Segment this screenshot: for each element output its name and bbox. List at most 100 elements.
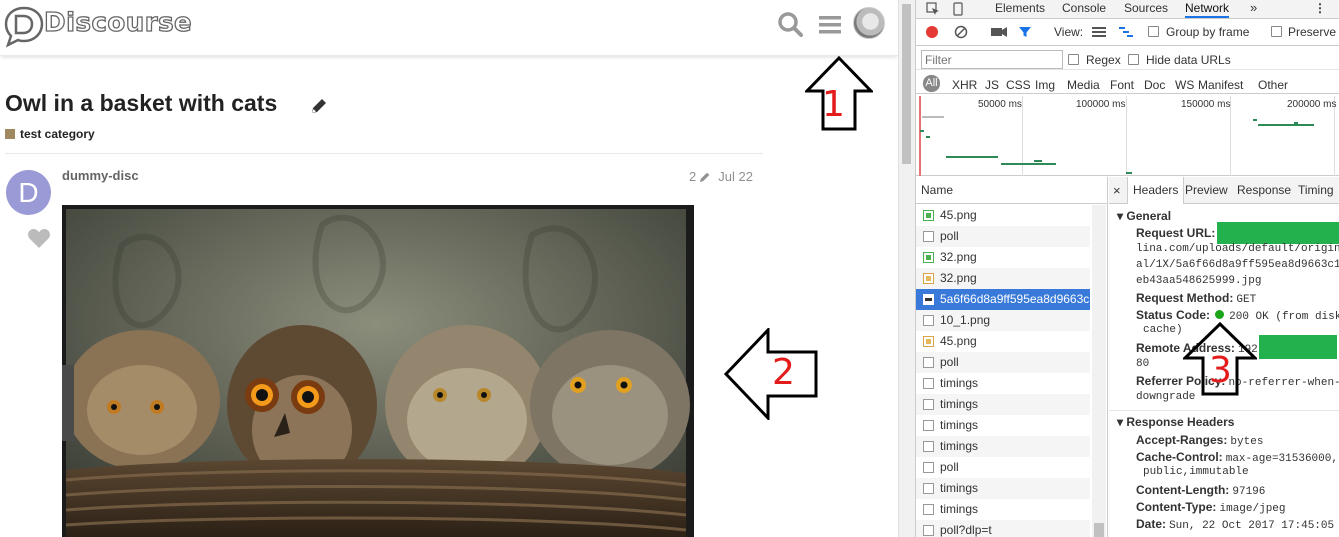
group-by-frame-label: Group by frame bbox=[1166, 25, 1250, 39]
request-row[interactable]: timings bbox=[916, 415, 1090, 436]
response-headers-toggle[interactable]: ▾ Response Headers bbox=[1117, 415, 1234, 429]
type-filter-xhr[interactable]: XHR bbox=[952, 78, 977, 92]
request-row[interactable]: 10_1.png bbox=[916, 310, 1090, 331]
request-name: poll bbox=[940, 229, 959, 243]
redacted-domain-block bbox=[1217, 222, 1339, 244]
page-scrollbar-thumb[interactable] bbox=[902, 4, 911, 164]
type-filter-css[interactable]: CSS bbox=[1006, 78, 1031, 92]
request-row[interactable]: poll bbox=[916, 226, 1090, 247]
like-heart-icon[interactable] bbox=[27, 227, 51, 249]
preserve-log-checkbox[interactable] bbox=[1271, 26, 1282, 37]
tab-elements[interactable]: Elements bbox=[995, 0, 1045, 18]
general-section-toggle[interactable]: ▾ General bbox=[1117, 209, 1171, 223]
type-filter-other[interactable]: Other bbox=[1258, 78, 1288, 92]
type-filter-ws[interactable]: WS bbox=[1175, 78, 1194, 92]
type-filter-all[interactable]: All bbox=[923, 75, 940, 92]
cache-control-value: max-age=31536000, bbox=[1225, 453, 1338, 465]
post-username[interactable]: dummy-disc bbox=[62, 168, 139, 183]
more-tabs-button[interactable]: » bbox=[1250, 0, 1257, 18]
request-method-label: Request Method: bbox=[1136, 291, 1234, 305]
type-filter-font[interactable]: Font bbox=[1110, 78, 1134, 92]
type-filter-doc[interactable]: Doc bbox=[1144, 78, 1165, 92]
request-row[interactable]: poll?dlp=t bbox=[916, 520, 1090, 537]
date-value: Sun, 22 Oct 2017 17:45:05 bbox=[1169, 520, 1335, 532]
detail-tab-preview[interactable]: Preview bbox=[1185, 183, 1228, 197]
request-row[interactable]: timings bbox=[916, 436, 1090, 457]
search-icon[interactable] bbox=[776, 10, 806, 40]
type-filter-img[interactable]: Img bbox=[1035, 78, 1055, 92]
tab-network[interactable]: Network bbox=[1185, 0, 1230, 18]
request-row[interactable]: timings bbox=[916, 478, 1090, 499]
clear-icon[interactable] bbox=[954, 25, 968, 39]
hide-data-urls-label: Hide data URLs bbox=[1146, 53, 1231, 67]
capture-screenshots-icon[interactable] bbox=[991, 26, 1007, 38]
lightbox-side-handle[interactable] bbox=[62, 365, 74, 441]
request-row[interactable]: 32.png bbox=[916, 268, 1090, 289]
regex-checkbox[interactable] bbox=[1068, 54, 1079, 65]
topic-category[interactable]: test category bbox=[5, 127, 95, 141]
tab-sources[interactable]: Sources bbox=[1124, 0, 1168, 18]
request-row[interactable]: poll bbox=[916, 352, 1090, 373]
request-name-column: Name 45.png poll 32.png 32.png 5a6f66d8a9ff5… bbox=[916, 177, 1108, 537]
date-label: Date: bbox=[1136, 517, 1167, 531]
name-column-header[interactable]: Name bbox=[916, 177, 1107, 204]
post-author-avatar[interactable]: D bbox=[6, 170, 51, 215]
request-list: 45.png poll 32.png 32.png 5a6f66d8a9ff595ea8… bbox=[916, 205, 1092, 537]
hide-data-urls-checkbox[interactable] bbox=[1128, 54, 1139, 65]
inspect-element-icon[interactable] bbox=[926, 2, 940, 16]
tab-console[interactable]: Console bbox=[1062, 0, 1106, 18]
request-list-scrollbar-thumb[interactable] bbox=[1094, 523, 1104, 537]
filter-funnel-icon[interactable] bbox=[1018, 25, 1032, 39]
request-name: timings bbox=[940, 439, 979, 453]
request-row[interactable]: 45.png bbox=[916, 205, 1090, 226]
waterfall-overview-icon[interactable] bbox=[1119, 26, 1133, 38]
edit-title-pencil-icon[interactable] bbox=[309, 96, 329, 116]
filter-input[interactable] bbox=[921, 50, 1063, 69]
annotation-number-1: 1 bbox=[822, 84, 845, 125]
detail-tab-response[interactable]: Response bbox=[1237, 183, 1291, 197]
annotation-arrow-left-2 bbox=[724, 328, 818, 420]
type-filter-media[interactable]: Media bbox=[1067, 78, 1100, 92]
discourse-page: Discourse Owl in a basket with cats test… bbox=[0, 0, 898, 537]
status-ok-dot-icon bbox=[1215, 310, 1225, 319]
request-name: poll bbox=[940, 355, 959, 369]
topic-title: Owl in a basket with cats bbox=[5, 90, 278, 116]
request-name: 32.png bbox=[940, 250, 977, 264]
detail-tab-headers[interactable]: Headers bbox=[1127, 177, 1185, 204]
post-date[interactable]: Jul 22 bbox=[718, 169, 753, 184]
accept-ranges-label: Accept-Ranges: bbox=[1136, 433, 1228, 447]
request-row[interactable]: timings bbox=[916, 499, 1090, 520]
request-name: 10_1.png bbox=[940, 313, 991, 327]
large-rows-icon[interactable] bbox=[1092, 26, 1106, 38]
preserve-log-label: Preserve l bbox=[1288, 25, 1339, 39]
request-row[interactable]: timings bbox=[916, 394, 1090, 415]
edit-count[interactable]: 2 bbox=[689, 169, 696, 184]
general-section-title: General bbox=[1126, 209, 1172, 223]
request-row[interactable]: 32.png bbox=[916, 247, 1090, 268]
request-url-line-3: eb43aa548625999.jpg bbox=[1136, 275, 1262, 287]
request-row[interactable]: poll bbox=[916, 457, 1090, 478]
hamburger-menu-icon[interactable] bbox=[815, 10, 845, 40]
remote-address-cont: 80 bbox=[1136, 358, 1150, 370]
current-user-avatar[interactable] bbox=[853, 7, 885, 39]
post-image-owl-cats[interactable] bbox=[62, 205, 694, 537]
document-file-icon bbox=[923, 441, 934, 452]
request-list-scrollbar[interactable] bbox=[1092, 205, 1106, 537]
network-overview-timeline[interactable]: 50000 ms 100000 ms 150000 ms 200000 ms bbox=[916, 96, 1339, 176]
image-file-icon bbox=[923, 252, 934, 263]
devtools-menu-icon[interactable]: ⋮ bbox=[1314, 0, 1326, 18]
site-logo[interactable]: Discourse bbox=[4, 2, 192, 48]
request-row[interactable]: 45.png bbox=[916, 331, 1090, 352]
edit-history-pencil-icon[interactable] bbox=[699, 171, 711, 183]
request-row[interactable]: 5a6f66d8a9ff595ea8d9663c1 bbox=[916, 289, 1090, 310]
section-separator bbox=[1109, 410, 1339, 411]
group-by-frame-checkbox[interactable] bbox=[1148, 26, 1159, 37]
request-row[interactable]: timings bbox=[916, 373, 1090, 394]
detail-tab-timing[interactable]: Timing bbox=[1298, 183, 1334, 197]
status-code-cont: cache) bbox=[1143, 324, 1183, 336]
close-detail-button[interactable]: × bbox=[1113, 183, 1121, 198]
device-toolbar-icon[interactable] bbox=[951, 2, 965, 16]
type-filter-js[interactable]: JS bbox=[985, 78, 999, 92]
record-icon[interactable] bbox=[925, 25, 939, 39]
type-filter-manifest[interactable]: Manifest bbox=[1198, 78, 1243, 92]
